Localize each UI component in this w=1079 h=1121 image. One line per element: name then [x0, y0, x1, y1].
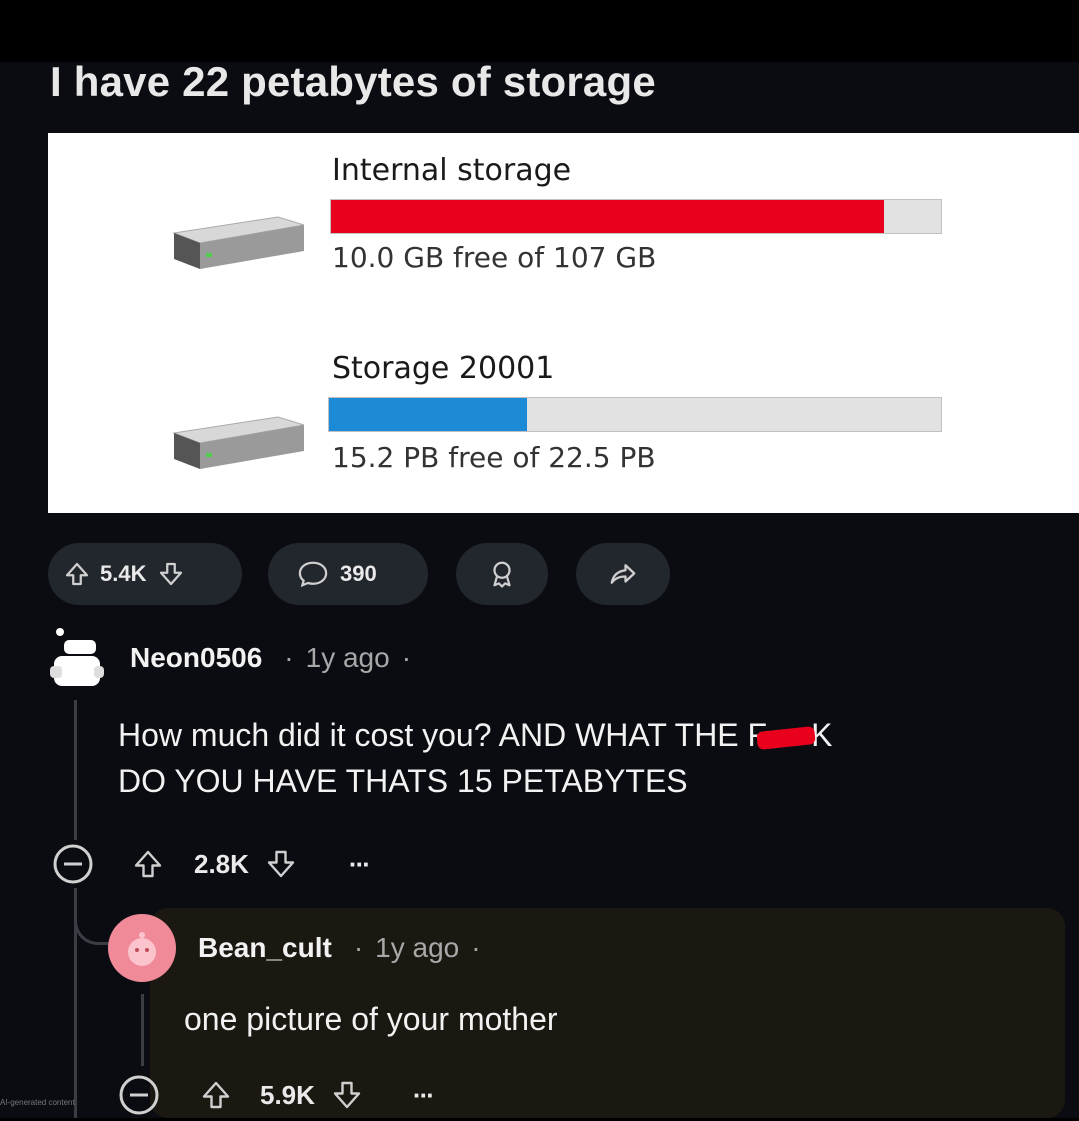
comments-button[interactable]: 390 — [268, 543, 428, 605]
comment-body: How much did it cost you? AND WHAT THE F… — [118, 712, 1058, 804]
reply-username[interactable]: Bean_cult — [198, 932, 332, 964]
thread-line — [74, 700, 77, 840]
reply-actions: 5.9K ··· — [198, 1074, 435, 1116]
downvote-icon[interactable] — [329, 1077, 365, 1113]
reply-text: one picture of your mother — [184, 1001, 558, 1037]
comment-line: DO YOU HAVE THATS 15 PETABYTES — [118, 763, 688, 799]
comment-count: 390 — [340, 561, 377, 586]
share-icon — [608, 559, 638, 589]
share-button[interactable] — [576, 543, 670, 605]
reply-time: 1y ago — [375, 932, 460, 963]
collapse-thread-icon[interactable] — [118, 1074, 160, 1121]
downvote-icon[interactable] — [263, 846, 299, 882]
storage-image[interactable]: Internal storage 10.0 GB free of 107 GB … — [48, 133, 1079, 513]
storage-bar — [330, 199, 942, 234]
comment-icon — [296, 559, 330, 589]
thread-line — [141, 994, 144, 1066]
upvote-icon[interactable] — [130, 846, 166, 882]
separator: · — [401, 642, 412, 673]
downvote-icon[interactable] — [156, 559, 186, 589]
collapse-thread-icon[interactable] — [52, 843, 94, 890]
reply-header: Bean_cult · 1y ago · — [198, 932, 481, 964]
watermark: AI-generated content — [0, 1098, 75, 1107]
more-options-button[interactable]: ··· — [349, 849, 371, 880]
comment-time: 1y ago — [305, 642, 390, 673]
vote-count: 5.9K — [260, 1079, 315, 1110]
award-button[interactable] — [456, 543, 548, 605]
separator: · — [353, 932, 364, 963]
storage-bar-fill — [331, 200, 885, 233]
top-bar — [0, 0, 1079, 62]
drive-icon — [166, 411, 306, 478]
comment-actions: 2.8K ··· — [130, 843, 371, 885]
separator: · — [471, 932, 481, 963]
post-title: I have 22 petabytes of storage — [50, 58, 656, 105]
award-icon — [487, 559, 517, 589]
avatar[interactable] — [108, 914, 176, 982]
comment-header: Neon0506 · 1y ago · — [130, 642, 411, 674]
vote-pill: 5.4K — [48, 543, 242, 605]
storage-bar-fill — [329, 398, 528, 431]
comment-line: How much did it cost you? AND WHAT THE F… — [118, 712, 1058, 758]
drive-name: Internal storage — [332, 153, 572, 188]
separator: · — [284, 642, 294, 673]
drive-icon — [166, 211, 306, 278]
upvote-icon[interactable] — [62, 559, 92, 589]
more-options-button[interactable]: ··· — [413, 1080, 435, 1111]
vote-count: 2.8K — [194, 848, 249, 879]
storage-bar — [328, 397, 942, 432]
drive-name: Storage 20001 — [332, 351, 555, 386]
avatar[interactable] — [48, 622, 104, 697]
drive-usage: 15.2 PB free of 22.5 PB — [332, 441, 656, 474]
drive-usage: 10.0 GB free of 107 GB — [332, 241, 657, 274]
upvote-count: 5.4K — [100, 561, 147, 586]
upvote-icon[interactable] — [198, 1077, 234, 1113]
comment-text: How much did it cost you? AND WHAT THE F — [118, 717, 768, 753]
comment-username[interactable]: Neon0506 — [130, 642, 262, 674]
